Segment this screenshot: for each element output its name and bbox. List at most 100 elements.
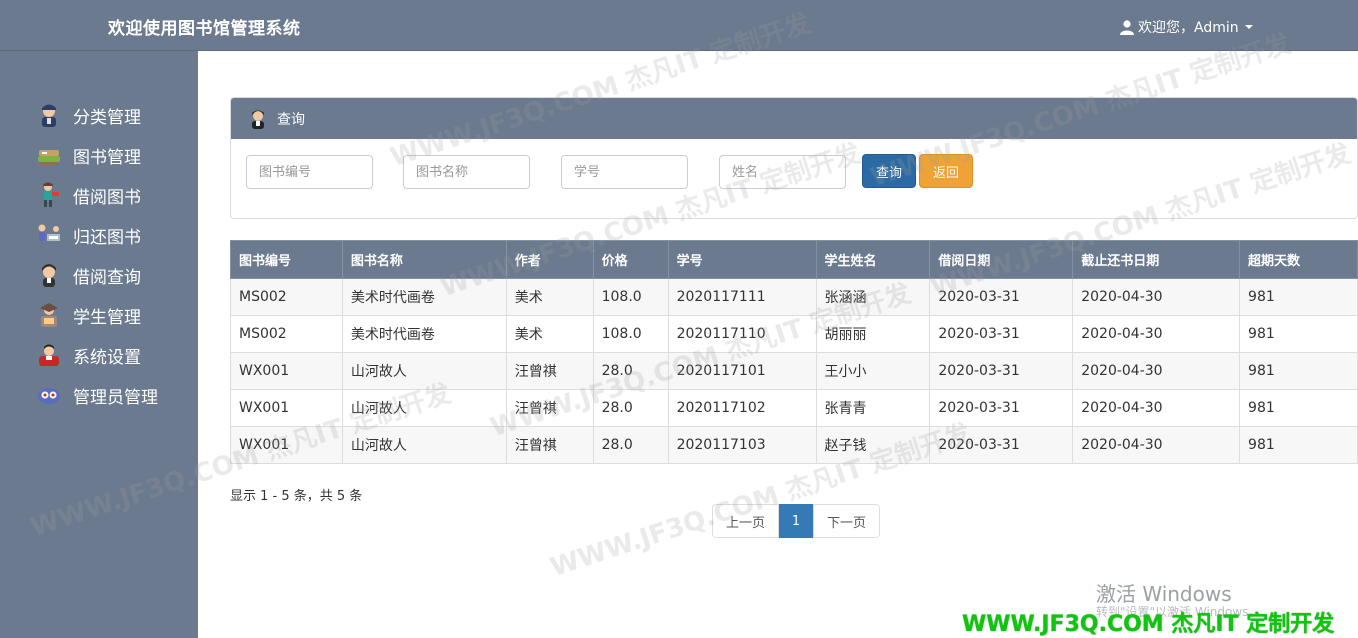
books-icon xyxy=(38,150,60,166)
sidebar-item-settings[interactable]: 系统设置 xyxy=(36,340,186,370)
category-icon xyxy=(42,104,56,127)
table-cell: 汪曾祺 xyxy=(505,352,594,390)
table-cell: 108.0 xyxy=(592,278,669,316)
table-row[interactable]: WX001 山河故人 汪曾祺 28.0 2020117103 赵子钱 2020-… xyxy=(230,426,1358,464)
sidebar-item-borrow[interactable]: 借阅图书 xyxy=(36,180,186,210)
sidebar-item-label: 归还图书 xyxy=(73,227,141,248)
person-icon xyxy=(252,110,264,129)
user-label: 欢迎您，Admin xyxy=(1138,20,1239,36)
table-cell: 2020117111 xyxy=(667,278,817,316)
column-header[interactable]: 学生姓名 xyxy=(815,240,931,279)
table-cell: 2020117102 xyxy=(667,389,817,427)
table-cell: 2020-04-30 xyxy=(1072,315,1241,353)
sidebar-item-label: 学生管理 xyxy=(73,307,141,328)
query-button[interactable]: 查询 xyxy=(862,154,916,188)
borrow-query-icon xyxy=(42,264,56,287)
sidebar: 分类管理 图书管理 借阅图书 归还图书 借阅查询 学生管理 系统设置 管理员管理 xyxy=(0,51,198,638)
admin-icon xyxy=(38,388,60,404)
search-panel: 查询 查询 返回 xyxy=(230,97,1358,219)
table-cell: WX001 xyxy=(230,352,343,390)
table-cell: 28.0 xyxy=(592,389,669,427)
table-cell: 2020-04-30 xyxy=(1072,426,1241,464)
table-cell: 2020-04-30 xyxy=(1072,278,1241,316)
table-cell: WX001 xyxy=(230,389,343,427)
table-cell: WX001 xyxy=(230,426,343,464)
table-cell: 汪曾祺 xyxy=(505,426,594,464)
search-panel-header: 查询 xyxy=(231,98,1357,139)
table-row[interactable]: MS002 美术时代画卷 美术 108.0 2020117111 张涵涵 202… xyxy=(230,278,1358,316)
student-name-input[interactable] xyxy=(719,155,846,189)
table-row[interactable]: WX001 山河故人 汪曾祺 28.0 2020117101 王小小 2020-… xyxy=(230,352,1358,390)
table-row[interactable]: MS002 美术时代画卷 美术 108.0 2020117110 胡丽丽 202… xyxy=(230,315,1358,353)
sidebar-item-books[interactable]: 图书管理 xyxy=(36,140,186,170)
table-cell: 胡丽丽 xyxy=(815,315,931,353)
user-menu[interactable]: 欢迎您，Admin xyxy=(1120,17,1253,37)
table-cell: MS002 xyxy=(230,278,343,316)
sidebar-item-category[interactable]: 分类管理 xyxy=(36,100,186,130)
sidebar-item-admin[interactable]: 管理员管理 xyxy=(36,380,186,410)
table-cell: 981 xyxy=(1239,352,1358,390)
table-cell: 美术时代画卷 xyxy=(341,278,507,316)
column-header[interactable]: 借阅日期 xyxy=(929,240,1074,279)
table-header-row: 图书编号 图书名称 作者 价格 学号 学生姓名 借阅日期 截止还书日期 超期天数 xyxy=(230,240,1358,279)
table-cell: 28.0 xyxy=(592,352,669,390)
table-cell: 2020-03-31 xyxy=(929,315,1074,353)
sidebar-item-label: 借阅图书 xyxy=(73,187,141,208)
student-icon xyxy=(40,303,58,327)
sidebar-item-label: 图书管理 xyxy=(73,147,141,168)
book-name-input[interactable] xyxy=(403,155,530,189)
table-cell: 张青青 xyxy=(815,389,931,427)
table-cell: 张涵涵 xyxy=(815,278,931,316)
table-cell: 981 xyxy=(1239,389,1358,427)
settings-icon xyxy=(39,344,59,366)
table-cell: 2020-04-30 xyxy=(1072,352,1241,390)
table-row[interactable]: WX001 山河故人 汪曾祺 28.0 2020117102 张青青 2020-… xyxy=(230,389,1358,427)
student-no-input[interactable] xyxy=(561,155,688,189)
table-cell: 山河故人 xyxy=(341,389,507,427)
table-cell: 汪曾祺 xyxy=(505,389,594,427)
sidebar-item-label: 系统设置 xyxy=(73,347,141,368)
table-cell: 2020-04-30 xyxy=(1072,389,1241,427)
table-cell: 山河故人 xyxy=(341,352,507,390)
sidebar-item-return[interactable]: 归还图书 xyxy=(36,220,186,250)
column-header[interactable]: 价格 xyxy=(592,240,669,279)
table-cell: 28.0 xyxy=(592,426,669,464)
chevron-down-icon xyxy=(1244,25,1253,29)
table-cell: 981 xyxy=(1239,315,1358,353)
table-cell: 981 xyxy=(1239,426,1358,464)
page-1-button[interactable]: 1 xyxy=(779,504,813,538)
column-header[interactable]: 图书名称 xyxy=(341,240,507,279)
sidebar-item-borrow-query[interactable]: 借阅查询 xyxy=(36,260,186,290)
sidebar-item-label: 分类管理 xyxy=(73,107,141,128)
column-header[interactable]: 超期天数 xyxy=(1239,240,1358,279)
table-cell: 赵子钱 xyxy=(815,426,931,464)
next-page-button[interactable]: 下一页 xyxy=(813,504,880,538)
column-header[interactable]: 图书编号 xyxy=(230,240,343,279)
book-no-input[interactable] xyxy=(246,155,373,189)
table-cell: 王小小 xyxy=(815,352,931,390)
table-cell: 2020117101 xyxy=(667,352,817,390)
brand-banner: WWW.JF3Q.COM 杰凡IT 定制开发 xyxy=(962,612,1335,637)
sidebar-item-student[interactable]: 学生管理 xyxy=(36,300,186,330)
table-cell: 2020117103 xyxy=(667,426,817,464)
column-header[interactable]: 作者 xyxy=(505,240,594,279)
borrow-table: 图书编号 图书名称 作者 价格 学号 学生姓名 借阅日期 截止还书日期 超期天数… xyxy=(230,240,1358,464)
table-cell: 美术时代画卷 xyxy=(341,315,507,353)
table-cell: 2020-03-31 xyxy=(929,278,1074,316)
sidebar-item-label: 管理员管理 xyxy=(73,387,158,408)
table-cell: MS002 xyxy=(230,315,343,353)
back-button[interactable]: 返回 xyxy=(919,154,973,188)
table-cell: 2020-03-31 xyxy=(929,352,1074,390)
table-cell: 2020-03-31 xyxy=(929,426,1074,464)
table-cell: 2020117110 xyxy=(667,315,817,353)
pagination-summary: 显示 1 - 5 条，共 5 条 xyxy=(230,489,363,504)
pagination: 上一页 1 下一页 xyxy=(712,504,880,538)
table-cell: 美术 xyxy=(505,315,594,353)
user-icon xyxy=(1120,19,1134,35)
column-header[interactable]: 截止还书日期 xyxy=(1072,240,1241,279)
borrow-icon xyxy=(43,182,59,207)
top-bar: 欢迎使用图书馆管理系统 欢迎您，Admin xyxy=(0,0,1358,51)
column-header[interactable]: 学号 xyxy=(667,240,817,279)
prev-page-button[interactable]: 上一页 xyxy=(712,504,779,538)
table-cell: 美术 xyxy=(505,278,594,316)
